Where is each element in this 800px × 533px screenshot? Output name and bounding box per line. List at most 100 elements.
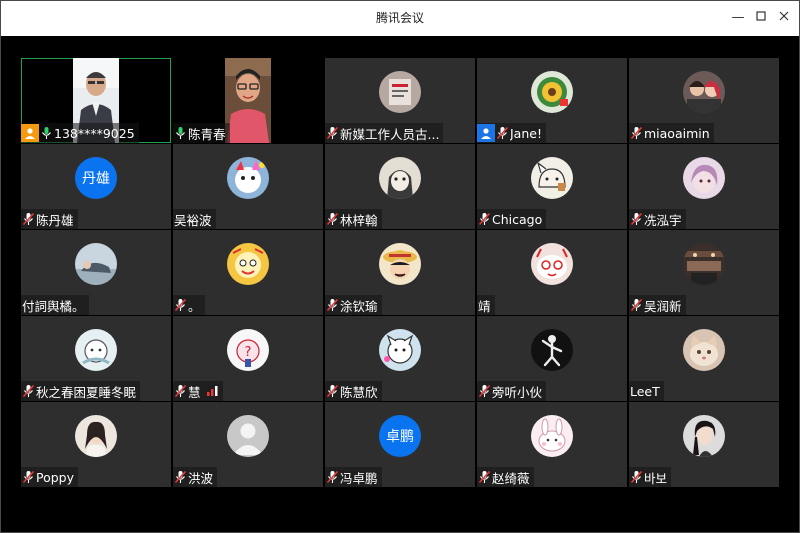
- participant-label: miaoaimin: [629, 123, 714, 143]
- microphone-muted-icon: [174, 298, 187, 312]
- participant-label: 付詞舆橘。: [21, 295, 89, 315]
- participant-tile[interactable]: 赵绮薇: [477, 402, 627, 487]
- participant-avatar: 丹雄: [75, 157, 117, 199]
- participant-video: [225, 58, 271, 143]
- participant-label: 秋之春困夏睡冬眠: [21, 381, 141, 401]
- participant-tile[interactable]: 바보: [629, 402, 779, 487]
- participant-label: 陈慧欣: [325, 381, 382, 401]
- participant-name: 바보: [644, 470, 668, 486]
- participant-tile[interactable]: Chicago: [477, 144, 627, 229]
- participant-name: 旁听小伙: [492, 384, 543, 400]
- microphone-muted-icon: [630, 298, 643, 312]
- participant-tile[interactable]: 涂钦瑜: [325, 230, 475, 315]
- participant-label: LeeT: [629, 381, 664, 401]
- participant-avatar: [75, 415, 117, 457]
- participant-name: 陈青春: [188, 126, 226, 142]
- participant-tile[interactable]: 洪波: [173, 402, 323, 487]
- participant-avatar: [75, 329, 117, 371]
- participant-avatar: [379, 71, 421, 113]
- microphone-muted-icon: [478, 212, 491, 226]
- participant-name: 新媒工作人员古...: [340, 126, 440, 142]
- microphone-muted-icon: [326, 126, 339, 140]
- host-icon: [21, 124, 39, 142]
- participant-avatar: [379, 243, 421, 285]
- participant-name: 冯卓鹏: [340, 470, 378, 486]
- participant-name: 陈慧欣: [340, 384, 378, 400]
- participant-name: 靖: [478, 298, 491, 314]
- participant-name: 吴裕波: [174, 212, 212, 228]
- participant-avatar: [379, 329, 421, 371]
- participant-tile[interactable]: 吴裕波: [173, 144, 323, 229]
- participant-avatar: [531, 329, 573, 371]
- participant-label: 靖: [477, 295, 495, 315]
- participant-label: 冼泓宇: [629, 209, 686, 229]
- participant-label: 138****9025: [21, 123, 139, 143]
- microphone-muted-icon: [630, 212, 643, 226]
- microphone-muted-icon: [326, 298, 339, 312]
- participant-avatar: [227, 415, 269, 457]
- participant-tile[interactable]: Jane!: [477, 58, 627, 143]
- participant-tile[interactable]: 林梓翰: [325, 144, 475, 229]
- participant-label: 吴润新: [629, 295, 686, 315]
- participant-label: 바보: [629, 467, 672, 487]
- participant-tile[interactable]: ? 慧: [173, 316, 323, 401]
- microphone-muted-icon: [478, 470, 491, 484]
- participant-name: 林梓翰: [340, 212, 378, 228]
- participant-avatar: [531, 71, 573, 113]
- participant-avatar: [227, 243, 269, 285]
- participant-name: miaoaimin: [644, 125, 710, 141]
- microphone-muted-icon: [22, 212, 35, 226]
- participant-avatar: [683, 415, 725, 457]
- participant-avatar: [379, 157, 421, 199]
- participant-label: 冯卓鹏: [325, 467, 382, 487]
- participant-tile[interactable]: 付詞舆橘。: [21, 230, 171, 315]
- participant-name: 慧: [188, 384, 201, 400]
- participant-tile[interactable]: 冼泓宇: [629, 144, 779, 229]
- participant-tile[interactable]: 陈青春: [173, 58, 323, 143]
- microphone-muted-icon: [326, 384, 339, 398]
- participant-label: 陈丹雄: [21, 209, 78, 229]
- microphone-muted-icon: [174, 384, 187, 398]
- participant-label: 洪波: [173, 467, 218, 487]
- participant-avatar: [683, 329, 725, 371]
- microphone-muted-icon: [326, 212, 339, 226]
- participant-tile[interactable]: 陈慧欣: [325, 316, 475, 401]
- microphone-muted-icon: [22, 470, 35, 484]
- participant-tile[interactable]: LeeT: [629, 316, 779, 401]
- participant-label: 慧: [173, 381, 223, 401]
- participant-tile[interactable]: 秋之春困夏睡冬眠: [21, 316, 171, 401]
- microphone-icon: [176, 127, 185, 139]
- participant-name: 涂钦瑜: [340, 298, 378, 314]
- participant-tile[interactable]: 卓鹏 冯卓鹏: [325, 402, 475, 487]
- title-bar: 腾讯会议 —: [1, 1, 799, 36]
- participant-tile[interactable]: 新媒工作人员古...: [325, 58, 475, 143]
- participant-tile[interactable]: 靖: [477, 230, 627, 315]
- participant-avatar: [683, 243, 725, 285]
- cohost-icon: [477, 124, 495, 142]
- participant-tile[interactable]: 。: [173, 230, 323, 315]
- microphone-muted-icon: [630, 470, 643, 484]
- participant-name: LeeT: [630, 383, 660, 399]
- participant-tile[interactable]: 138****9025: [21, 58, 171, 143]
- meeting-window: 腾讯会议 — 138****9025 陈青春 新媒工作人员古... Jane! …: [0, 0, 800, 533]
- participant-label: 陈青春: [173, 123, 230, 143]
- participant-avatar: [683, 157, 725, 199]
- participant-name: 秋之春困夏睡冬眠: [36, 384, 137, 400]
- participant-grid: 138****9025 陈青春 新媒工作人员古... Jane! miaoaim…: [21, 58, 779, 487]
- minimize-icon[interactable]: —: [729, 9, 747, 27]
- participant-label: 涂钦瑜: [325, 295, 382, 315]
- window-title: 腾讯会议: [375, 11, 424, 25]
- participant-name: Jane!: [510, 125, 542, 141]
- participant-label: 赵绮薇: [477, 467, 534, 487]
- participant-tile[interactable]: 丹雄 陈丹雄: [21, 144, 171, 229]
- participant-name: 洪波: [188, 470, 214, 486]
- microphone-icon: [42, 127, 51, 139]
- maximize-icon[interactable]: [752, 9, 770, 27]
- participant-tile[interactable]: Poppy: [21, 402, 171, 487]
- participant-name: 冼泓宇: [644, 212, 682, 228]
- participant-tile[interactable]: 旁听小伙: [477, 316, 627, 401]
- microphone-muted-icon: [174, 470, 187, 484]
- participant-tile[interactable]: 吴润新: [629, 230, 779, 315]
- participant-tile[interactable]: miaoaimin: [629, 58, 779, 143]
- close-icon[interactable]: [775, 9, 793, 27]
